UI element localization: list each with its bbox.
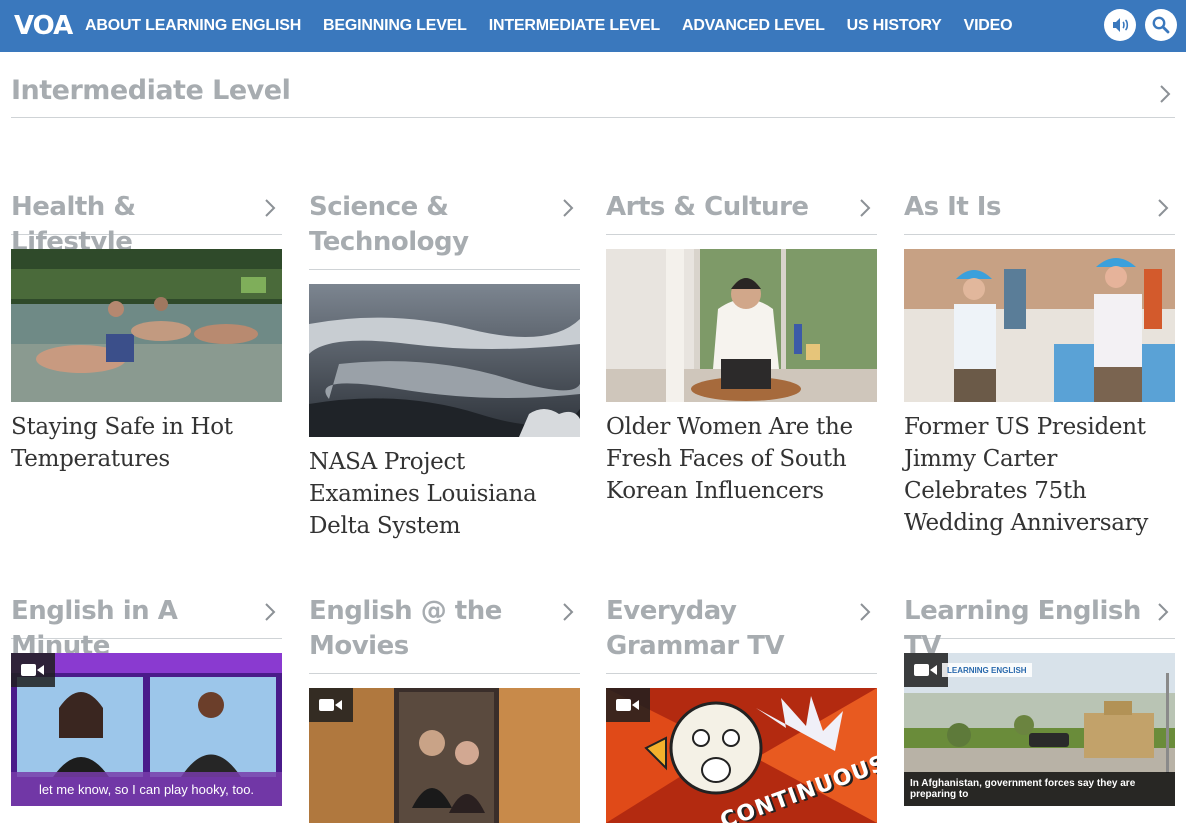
card-learning-english-tv: Learning English TV LEARNING ENGLISH In … bbox=[904, 594, 1175, 806]
article-thumbnail[interactable] bbox=[309, 284, 580, 437]
chevron-right-icon bbox=[265, 199, 276, 217]
learning-english-badge: LEARNING ENGLISH bbox=[942, 663, 1032, 677]
search-icon bbox=[1152, 16, 1170, 34]
nav-item-beginning-level[interactable]: BEGINNING LEVEL bbox=[323, 17, 467, 35]
nav-item-us-history[interactable]: US HISTORY bbox=[847, 17, 942, 35]
video-camera-icon bbox=[914, 664, 937, 676]
section-header[interactable]: Intermediate Level bbox=[11, 73, 1175, 118]
video-camera-icon bbox=[21, 664, 44, 676]
card-arts-culture: Arts & Culture Older Women Are the Fresh… bbox=[606, 190, 877, 507]
logo-text: VOA bbox=[14, 11, 73, 41]
video-camera-icon bbox=[319, 699, 342, 711]
badge-text: LEARNING ENGLISH bbox=[947, 665, 1027, 675]
chevron-right-icon bbox=[1158, 199, 1169, 217]
main-nav: ABOUT LEARNING ENGLISH BEGINNING LEVEL I… bbox=[85, 0, 1034, 52]
chevron-right-icon bbox=[860, 603, 871, 621]
video-camera-badge bbox=[11, 653, 55, 687]
video-caption: let me know, so I can play hooky, too. bbox=[11, 772, 282, 806]
category-header[interactable]: English @ the Movies bbox=[309, 594, 580, 674]
article-headline[interactable]: Staying Safe in Hot Temperatures bbox=[11, 411, 282, 475]
search-button[interactable] bbox=[1145, 9, 1177, 41]
video-camera-badge bbox=[309, 688, 353, 722]
nav-item-video[interactable]: VIDEO bbox=[964, 17, 1013, 35]
nav-item-intermediate-level[interactable]: INTERMEDIATE LEVEL bbox=[489, 17, 660, 35]
chevron-right-icon bbox=[265, 603, 276, 621]
video-thumbnail[interactable] bbox=[309, 688, 580, 823]
category-header[interactable]: Arts & Culture bbox=[606, 190, 877, 235]
category-header[interactable]: Everyday Grammar TV bbox=[606, 594, 877, 674]
card-english-at-the-movies: English @ the Movies bbox=[309, 594, 580, 823]
article-thumbnail[interactable] bbox=[904, 249, 1175, 402]
video-camera-badge bbox=[606, 688, 650, 722]
category-header[interactable]: Health & Lifestyle bbox=[11, 190, 282, 257]
card-english-in-a-minute: English in A Minute let me know, so I ca… bbox=[11, 594, 282, 806]
category-title: Science & Technology bbox=[309, 192, 469, 257]
video-thumbnail[interactable]: CONTINUOUS bbox=[606, 688, 877, 823]
category-header[interactable]: Science & Technology bbox=[309, 190, 580, 270]
nav-item-about-learning-english[interactable]: ABOUT LEARNING ENGLISH bbox=[85, 17, 301, 35]
video-thumbnail[interactable]: let me know, so I can play hooky, too. bbox=[11, 653, 282, 806]
voa-logo[interactable]: VOA bbox=[14, 10, 73, 42]
card-as-it-is: As It Is Former US President Jimmy Carte… bbox=[904, 190, 1175, 539]
category-title: Arts & Culture bbox=[606, 192, 809, 222]
article-headline[interactable]: Older Women Are the Fresh Faces of South… bbox=[606, 411, 877, 507]
section-title: Intermediate Level bbox=[11, 75, 291, 106]
card-science-technology: Science & Technology NASA Project Examin… bbox=[309, 190, 580, 542]
category-header[interactable]: English in A Minute bbox=[11, 594, 282, 661]
video-thumbnail[interactable]: LEARNING ENGLISH In Afghanistan, governm… bbox=[904, 653, 1175, 806]
nav-item-advanced-level[interactable]: ADVANCED LEVEL bbox=[682, 17, 825, 35]
category-header[interactable]: Learning English TV bbox=[904, 594, 1175, 661]
category-title: English @ the Movies bbox=[309, 596, 502, 661]
category-title: Everyday Grammar TV bbox=[606, 596, 785, 661]
category-title: As It Is bbox=[904, 192, 1001, 222]
chevron-right-icon bbox=[563, 199, 574, 217]
speaker-icon bbox=[1113, 18, 1129, 32]
article-thumbnail[interactable] bbox=[11, 249, 282, 402]
top-navigation-bar: VOA ABOUT LEARNING ENGLISH BEGINNING LEV… bbox=[0, 0, 1186, 52]
video-camera-icon bbox=[616, 699, 639, 711]
card-health-lifestyle: Health & Lifestyle Staying Safe in Hot T… bbox=[11, 190, 282, 475]
audio-button[interactable] bbox=[1104, 9, 1136, 41]
article-thumbnail[interactable] bbox=[606, 249, 877, 402]
card-everyday-grammar-tv: Everyday Grammar TV CONTINUOUS bbox=[606, 594, 877, 823]
article-headline[interactable]: NASA Project Examines Louisiana Delta Sy… bbox=[309, 446, 580, 542]
article-headline[interactable]: Former US President Jimmy Carter Celebra… bbox=[904, 411, 1175, 539]
chevron-right-icon bbox=[1160, 85, 1171, 103]
chevron-right-icon bbox=[860, 199, 871, 217]
category-header[interactable]: As It Is bbox=[904, 190, 1175, 235]
chevron-right-icon bbox=[1158, 603, 1169, 621]
video-caption: In Afghanistan, government forces say th… bbox=[904, 772, 1175, 806]
chevron-right-icon bbox=[563, 603, 574, 621]
